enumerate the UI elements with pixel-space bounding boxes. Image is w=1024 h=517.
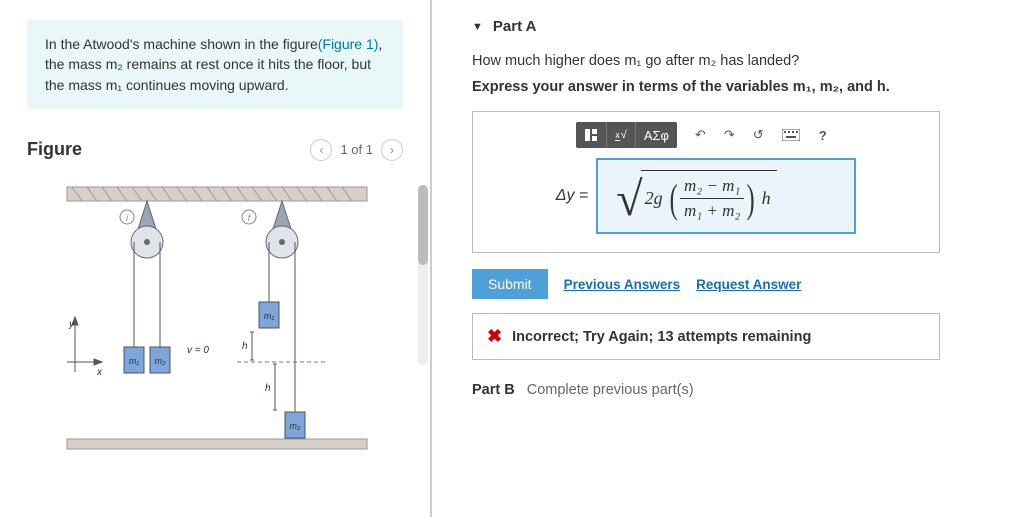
expr-denominator: m₁ + m₂ xyxy=(680,199,744,221)
figure-title: Figure xyxy=(27,139,82,160)
submit-button[interactable]: Submit xyxy=(472,269,548,299)
answer-box: x√ ΑΣφ ↶ ↷ ↺ ? Δy = √ 2g xyxy=(472,111,940,253)
caret-down-icon: ▼ xyxy=(472,21,483,33)
question-text: How much higher does m₁ go after m₂ has … xyxy=(472,53,1000,69)
expr-numerator: m₂ − m₁ xyxy=(680,176,744,199)
left-scrollbar[interactable] xyxy=(418,185,428,365)
undo-button[interactable]: ↶ xyxy=(687,122,714,148)
svg-text:h: h xyxy=(265,383,271,394)
feedback-message: Incorrect; Try Again; 13 attempts remain… xyxy=(512,329,811,345)
instruction-text: Express your answer in terms of the vari… xyxy=(472,79,1000,95)
math-input-field[interactable]: √ 2g m₂ − m₁ m₁ + m₂ h xyxy=(596,158,856,234)
request-answer-link[interactable]: Request Answer xyxy=(696,277,801,292)
part-a-header[interactable]: ▼ Part A xyxy=(472,18,1000,35)
figure-image: m₁ m₂ v = 0 i y x m₁ xyxy=(15,167,415,470)
svg-text:m₂: m₂ xyxy=(155,356,166,366)
part-a-label: Part A xyxy=(493,18,537,35)
reset-button[interactable]: ↺ xyxy=(745,122,772,148)
figure-next-button[interactable]: › xyxy=(381,139,403,161)
svg-text:x: x xyxy=(96,367,103,378)
svg-text:v = 0: v = 0 xyxy=(187,345,209,356)
part-b-label: Part B xyxy=(472,382,515,398)
math-toolbar: x√ ΑΣφ ↶ ↷ ↺ ? xyxy=(485,122,927,148)
redo-button[interactable]: ↷ xyxy=(716,122,743,148)
keyboard-button[interactable] xyxy=(774,122,808,148)
figure-pager: ‹ 1 of 1 › xyxy=(310,139,403,161)
incorrect-icon: ✖ xyxy=(487,326,502,347)
svg-text:m₂: m₂ xyxy=(290,421,301,431)
template-button[interactable] xyxy=(576,122,607,148)
previous-answers-link[interactable]: Previous Answers xyxy=(564,277,681,292)
svg-text:y: y xyxy=(68,319,75,330)
frac-sqrt-button[interactable]: x√ xyxy=(607,122,636,148)
figure-page-count: 1 of 1 xyxy=(340,142,373,157)
svg-text:m₁: m₁ xyxy=(264,311,274,321)
answer-lhs: Δy = xyxy=(556,187,589,205)
svg-text:f: f xyxy=(248,213,252,223)
help-button[interactable]: ? xyxy=(810,122,836,148)
intro-text-prefix: In the Atwood's machine shown in the fig… xyxy=(45,36,318,52)
expr-tail: h xyxy=(762,188,771,209)
scrollbar-thumb[interactable] xyxy=(418,185,428,265)
part-b-header: Part B Complete previous part(s) xyxy=(472,382,1000,398)
figure-link[interactable]: (Figure 1) xyxy=(318,36,379,52)
expr-coef: 2g xyxy=(645,188,663,209)
sqrt-icon: √ xyxy=(616,176,642,228)
greek-button[interactable]: ΑΣφ xyxy=(636,122,677,148)
svg-text:h: h xyxy=(242,341,248,352)
svg-text:m₁: m₁ xyxy=(129,356,139,366)
svg-text:i: i xyxy=(126,213,129,223)
problem-intro: In the Atwood's machine shown in the fig… xyxy=(27,20,403,109)
part-b-status: Complete previous part(s) xyxy=(527,382,694,398)
figure-prev-button[interactable]: ‹ xyxy=(310,139,332,161)
feedback-box: ✖ Incorrect; Try Again; 13 attempts rema… xyxy=(472,313,940,360)
